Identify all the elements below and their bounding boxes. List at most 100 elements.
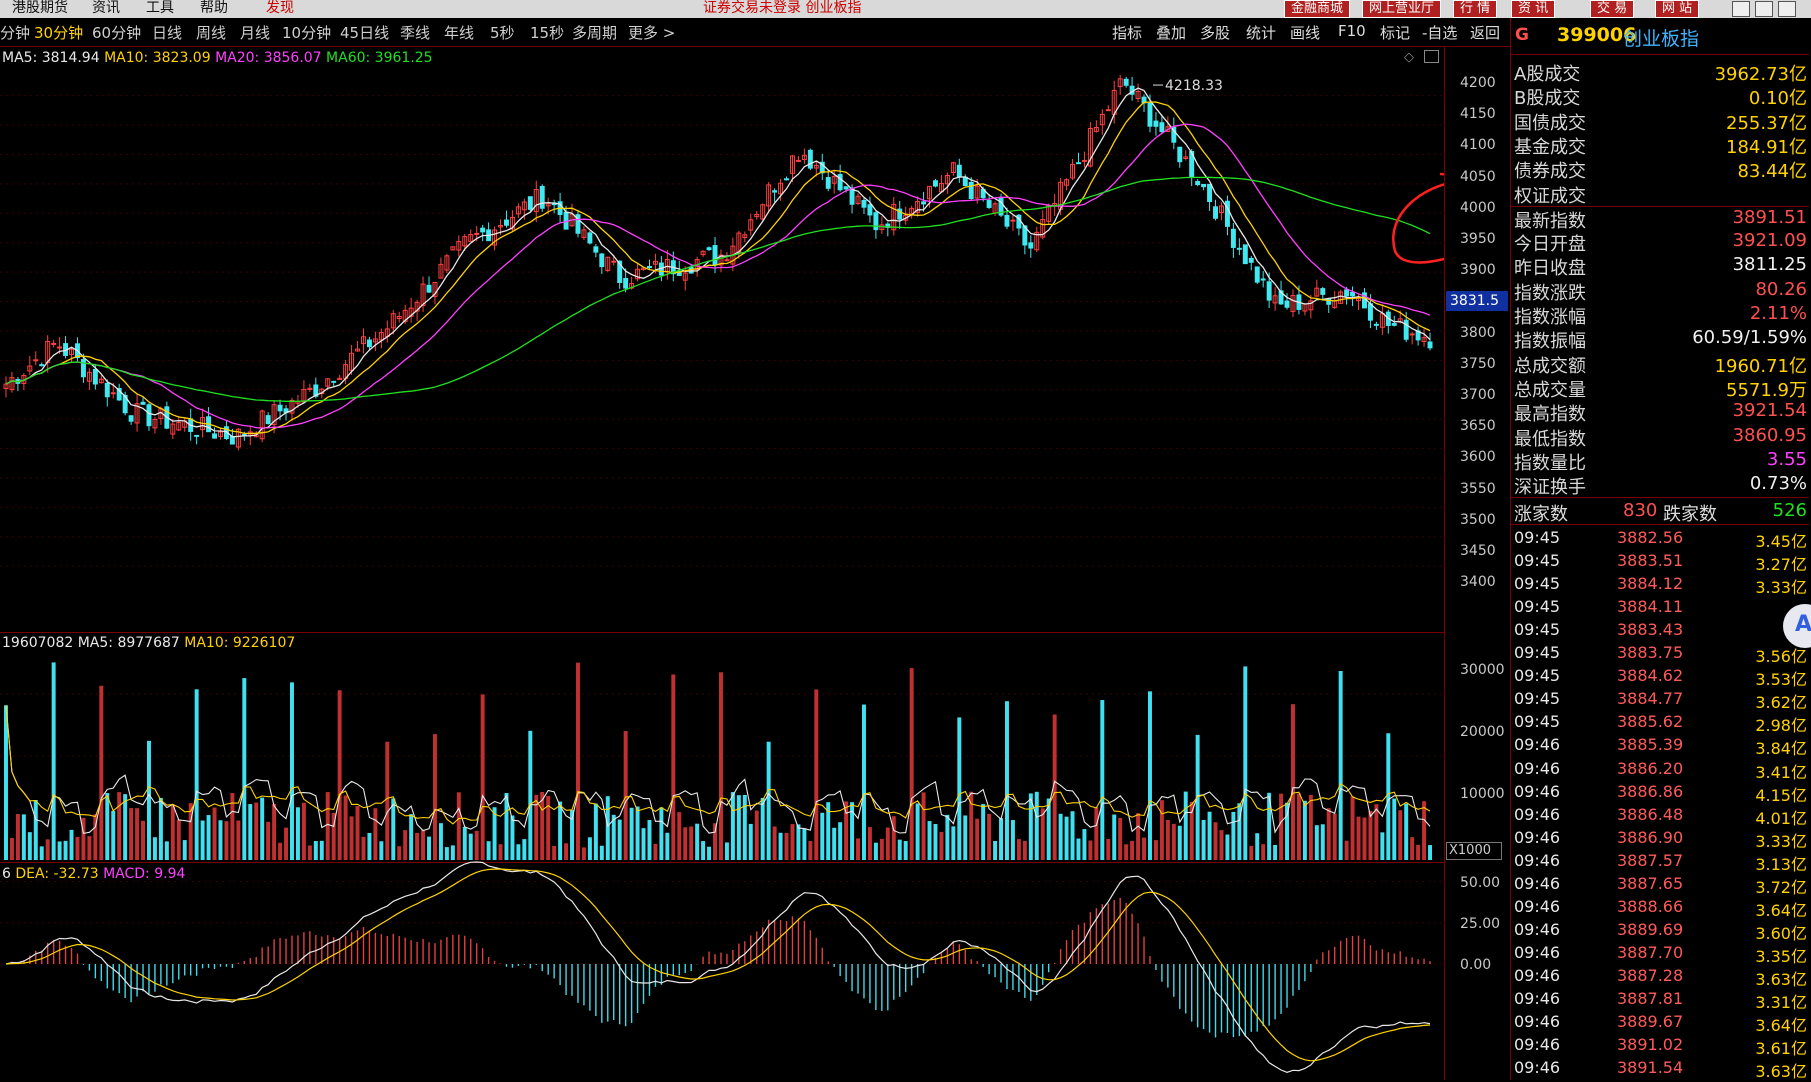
news-button[interactable]: 资 讯 [1511, 0, 1556, 18]
tab-15sec[interactable]: 15秒 [530, 22, 564, 43]
volume-bar [218, 820, 223, 860]
website-button[interactable]: 网 站 [1655, 0, 1700, 18]
menu-tools[interactable]: 工具 [146, 0, 174, 16]
tick-row: 09:45 3883.43 [1511, 620, 1809, 643]
volume-bar [1255, 833, 1260, 860]
menu-discover[interactable]: 发现 [266, 0, 294, 16]
overlay-button[interactable]: 叠加 [1156, 22, 1186, 43]
tab-minute[interactable]: 分钟 [0, 22, 30, 43]
axis-tick-label: 3800 [1460, 324, 1496, 341]
volume-bar [200, 820, 205, 860]
tab-daily[interactable]: 日线 [152, 22, 182, 43]
volume-bar [891, 816, 896, 860]
volume-bar [701, 841, 706, 860]
online-hall-button[interactable]: 网上营业厅 [1362, 0, 1442, 18]
volume-bar [486, 841, 491, 860]
candle-body [1320, 288, 1326, 295]
volume-bar [1380, 832, 1385, 860]
tick-price: 3885.62 [1617, 712, 1684, 732]
tab-5sec[interactable]: 5秒 [490, 22, 515, 43]
tab-10min[interactable]: 10分钟 [282, 22, 331, 43]
tab-quarterly[interactable]: 季线 [400, 22, 430, 43]
volume-bar [111, 810, 116, 860]
menu-news[interactable]: 资讯 [92, 0, 120, 16]
volume-bar [75, 837, 80, 860]
quote-row-value: 3921.54 [1732, 400, 1807, 422]
quote-row: 指数涨跌 80.26 [1511, 278, 1809, 304]
tick-time: 09:45 [1514, 574, 1561, 594]
quote-row-value: 80.26 [1755, 278, 1807, 300]
volume-bar [1189, 801, 1194, 860]
tick-row: 09:46 3887.65 3.72亿 [1511, 874, 1809, 897]
tick-price: 3886.86 [1617, 781, 1684, 801]
trade-button[interactable]: 交 易 [1590, 0, 1635, 18]
quote-row: B股成交 0.10亿 [1511, 84, 1809, 109]
volume-bar [1153, 840, 1158, 860]
tab-multi-period[interactable]: 多周期 [572, 22, 617, 43]
tab-monthly[interactable]: 月线 [240, 22, 270, 43]
menu-futures[interactable]: 港股期货 [12, 0, 68, 16]
chart-area[interactable]: 4218.33 [0, 46, 1444, 1080]
restore-icon[interactable] [1755, 1, 1773, 17]
tick-row: 09:46 3887.70 3.35亿 [1511, 943, 1809, 966]
axis-tick-label: 3600 [1460, 449, 1496, 466]
volume-bar [641, 828, 646, 860]
quote-row: 国债成交 255.37亿 [1511, 109, 1809, 134]
tab-weekly[interactable]: 周线 [196, 22, 226, 43]
volume-bar [1374, 804, 1379, 860]
watchlist-button[interactable]: -自选 [1422, 22, 1457, 43]
multi-stock-button[interactable]: 多股 [1200, 22, 1230, 43]
tick-row: 09:45 3883.75 3.56亿 [1511, 643, 1809, 666]
candle-body [39, 364, 45, 367]
volume-bar [808, 841, 813, 860]
volume-bar [1225, 834, 1230, 860]
mark-button[interactable]: 标记 [1380, 22, 1410, 43]
volume-bar [653, 843, 658, 860]
candle-body [128, 415, 134, 422]
minimize-icon[interactable] [1732, 1, 1750, 17]
volume-bar [462, 826, 467, 860]
volume-bar [1428, 845, 1432, 860]
volume-bar [260, 797, 265, 860]
tick-time: 09:45 [1514, 620, 1561, 640]
menu-help[interactable]: 帮助 [200, 0, 228, 16]
tick-row: 09:45 3885.62 2.98亿 [1511, 712, 1809, 735]
tab-more[interactable]: 更多 > [628, 22, 675, 43]
f10-button[interactable]: F10 [1338, 22, 1366, 40]
volume-bar [1249, 845, 1254, 860]
volume-bar [683, 827, 688, 860]
candle-body [212, 433, 218, 439]
volume-bar [1291, 704, 1295, 860]
volume-bar [1213, 822, 1218, 860]
down-count-value: 526 [1772, 500, 1807, 521]
volume-bar [1392, 798, 1397, 860]
market-button[interactable]: 行 情 [1453, 0, 1498, 18]
volume-bar [724, 842, 729, 860]
volume-bar [933, 824, 938, 860]
tab-30min[interactable]: 30分钟 [34, 22, 83, 43]
volume-bar [337, 690, 342, 860]
volume-bar [599, 845, 604, 860]
candle-body [92, 368, 98, 385]
volume-bar [1350, 796, 1355, 860]
draw-line-button[interactable]: 画线 [1290, 22, 1320, 43]
candle-body [1105, 109, 1111, 112]
volume-bar [367, 832, 372, 860]
close-icon[interactable] [1778, 1, 1796, 17]
tick-row: 09:46 3886.86 4.15亿 [1511, 782, 1809, 805]
quote-row: 总成交额 1960.71亿 [1511, 352, 1809, 377]
tick-time: 09:46 [1514, 827, 1561, 847]
back-button[interactable]: 返回 [1470, 22, 1500, 43]
tick-volume: 3.27亿 [1755, 555, 1807, 575]
tab-45day[interactable]: 45日线 [340, 22, 389, 43]
candle-body [1213, 206, 1218, 219]
tab-60min[interactable]: 60分钟 [92, 22, 141, 43]
quote-row-label: 最新指数 [1514, 210, 1586, 232]
tick-volume: 3.63亿 [1755, 969, 1807, 989]
tab-yearly[interactable]: 年线 [444, 22, 474, 43]
volume-bar [975, 818, 980, 860]
mall-button[interactable]: 金融商城 [1284, 0, 1351, 18]
statistics-button[interactable]: 统计 [1246, 22, 1276, 43]
quote-row-label: 深证换手 [1514, 477, 1586, 499]
indicator-button[interactable]: 指标 [1112, 22, 1142, 43]
